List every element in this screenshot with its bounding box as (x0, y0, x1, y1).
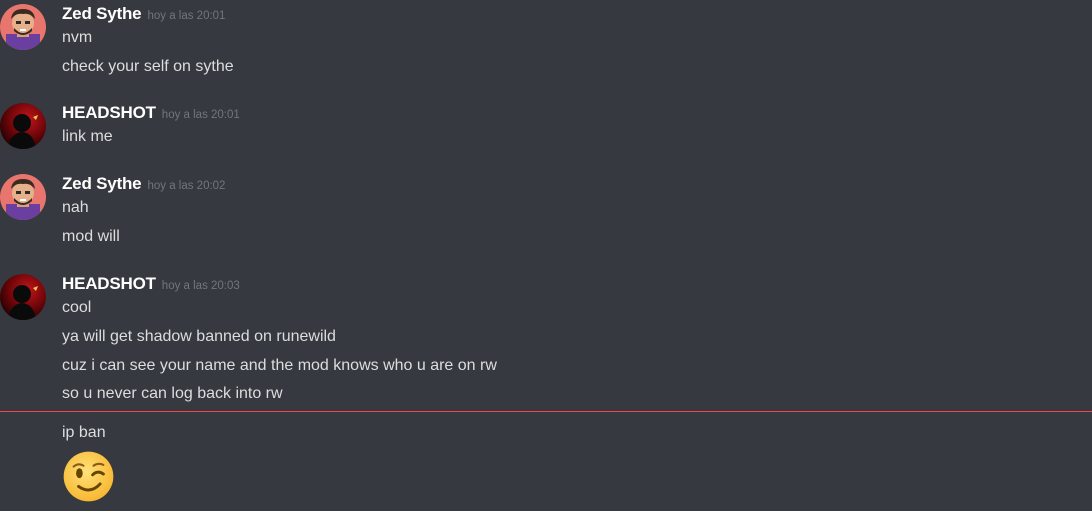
cartoon-man-avatar-icon (0, 174, 46, 220)
winking-face-emoji-icon[interactable] (62, 450, 115, 503)
avatar[interactable] (0, 274, 46, 320)
message-text: nah (62, 199, 89, 216)
cartoon-man-avatar-icon (0, 4, 46, 50)
message-header: Zed Sythe hoy a las 20:02 (62, 174, 225, 196)
message-text: nvm (62, 29, 93, 46)
timestamp[interactable]: hoy a las 20:02 (147, 180, 225, 192)
message-text: cuz i can see your name and the mod know… (62, 357, 497, 374)
timestamp[interactable]: hoy a las 20:01 (147, 10, 225, 22)
message-text: cool (62, 299, 92, 316)
message-text: check your self on sythe (62, 58, 234, 75)
username[interactable]: HEADSHOT (62, 274, 156, 293)
message-header: HEADSHOT hoy a las 20:03 (62, 274, 240, 296)
new-messages-divider (0, 411, 1092, 412)
message-text: ip ban (62, 424, 106, 441)
message-header: HEADSHOT hoy a las 20:01 (62, 103, 240, 125)
message-text: so u never can log back into rw (62, 385, 283, 402)
username[interactable]: Zed Sythe (62, 174, 142, 193)
chat-messages: Zed Sythe hoy a las 20:01 nvm check your … (0, 0, 1092, 511)
timestamp[interactable]: hoy a las 20:01 (162, 109, 240, 121)
avatar[interactable] (0, 174, 46, 220)
dark-red-silhouette-avatar-icon (0, 274, 46, 320)
message-header: Zed Sythe hoy a las 20:01 (62, 4, 225, 26)
avatar[interactable] (0, 4, 46, 50)
timestamp[interactable]: hoy a las 20:03 (162, 280, 240, 292)
username[interactable]: Zed Sythe (62, 4, 142, 23)
message-text: ya will get shadow banned on runewild (62, 328, 336, 345)
dark-red-silhouette-avatar-icon (0, 103, 46, 149)
username[interactable]: HEADSHOT (62, 103, 156, 122)
message-text: link me (62, 128, 113, 145)
avatar[interactable] (0, 103, 46, 149)
message-text: mod will (62, 228, 120, 245)
